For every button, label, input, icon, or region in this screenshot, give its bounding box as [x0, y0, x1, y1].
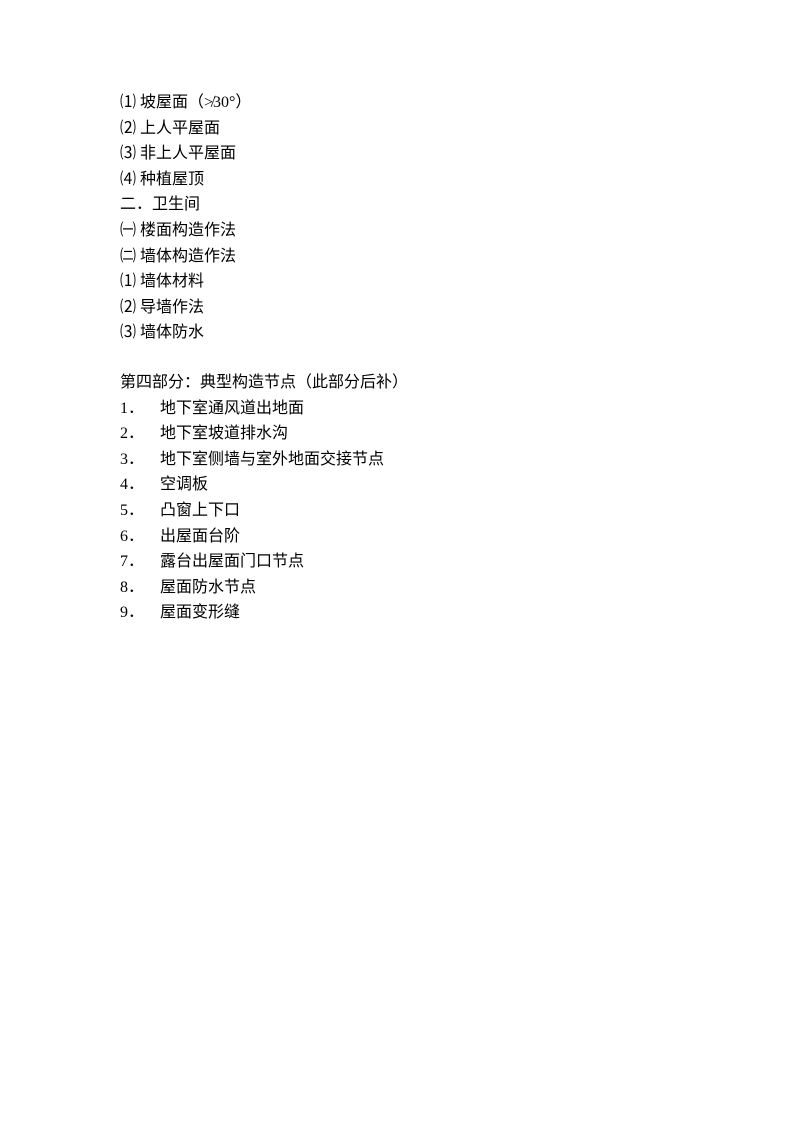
list-item: ⑶ 墙体防水	[120, 320, 674, 346]
item-number: 3．	[120, 447, 160, 473]
list-item: 1． 地下室通风道出地面	[120, 396, 674, 422]
list-item: 7． 露台出屋面门口节点	[120, 549, 674, 575]
item-number: 6．	[120, 524, 160, 550]
item-text: 空调板	[160, 472, 208, 498]
item-text: 地下室坡道排水沟	[160, 421, 288, 447]
item-number: 5．	[120, 498, 160, 524]
item-text: 地下室通风道出地面	[160, 396, 304, 422]
item-number: 8．	[120, 575, 160, 601]
item-text: 屋面变形缝	[160, 600, 240, 626]
list-item: 5． 凸窗上下口	[120, 498, 674, 524]
item-number: 9．	[120, 600, 160, 626]
document-content: ⑴ 坡屋面（≯30°） ⑵ 上人平屋面 ⑶ 非上人平屋面 ⑷ 种植屋顶 二．卫生…	[120, 90, 674, 626]
list-item: ㈠ 楼面构造作法	[120, 218, 674, 244]
list-item: 6． 出屋面台阶	[120, 524, 674, 550]
item-number: 2．	[120, 421, 160, 447]
list-item: 2． 地下室坡道排水沟	[120, 421, 674, 447]
list-item: ⑷ 种植屋顶	[120, 167, 674, 193]
list-item: ⑴ 坡屋面（≯30°）	[120, 90, 674, 116]
list-item: 4． 空调板	[120, 472, 674, 498]
item-number: 1．	[120, 396, 160, 422]
item-text: 露台出屋面门口节点	[160, 549, 304, 575]
item-text: 屋面防水节点	[160, 575, 256, 601]
list-item: ⑵ 导墙作法	[120, 295, 674, 321]
list-item: ⑵ 上人平屋面	[120, 116, 674, 142]
list-item: ㈡ 墙体构造作法	[120, 244, 674, 270]
list-item: 二．卫生间	[120, 192, 674, 218]
item-text: 凸窗上下口	[160, 498, 240, 524]
spacer	[120, 346, 674, 370]
list-item: 9． 屋面变形缝	[120, 600, 674, 626]
list-item: 8． 屋面防水节点	[120, 575, 674, 601]
item-text: 出屋面台阶	[160, 524, 240, 550]
list-item: ⑶ 非上人平屋面	[120, 141, 674, 167]
item-text: 地下室侧墙与室外地面交接节点	[160, 447, 384, 473]
item-number: 4．	[120, 472, 160, 498]
item-number: 7．	[120, 549, 160, 575]
section-title: 第四部分：典型构造节点（此部分后补）	[120, 370, 674, 396]
list-item: ⑴ 墙体材料	[120, 269, 674, 295]
list-item: 3． 地下室侧墙与室外地面交接节点	[120, 447, 674, 473]
